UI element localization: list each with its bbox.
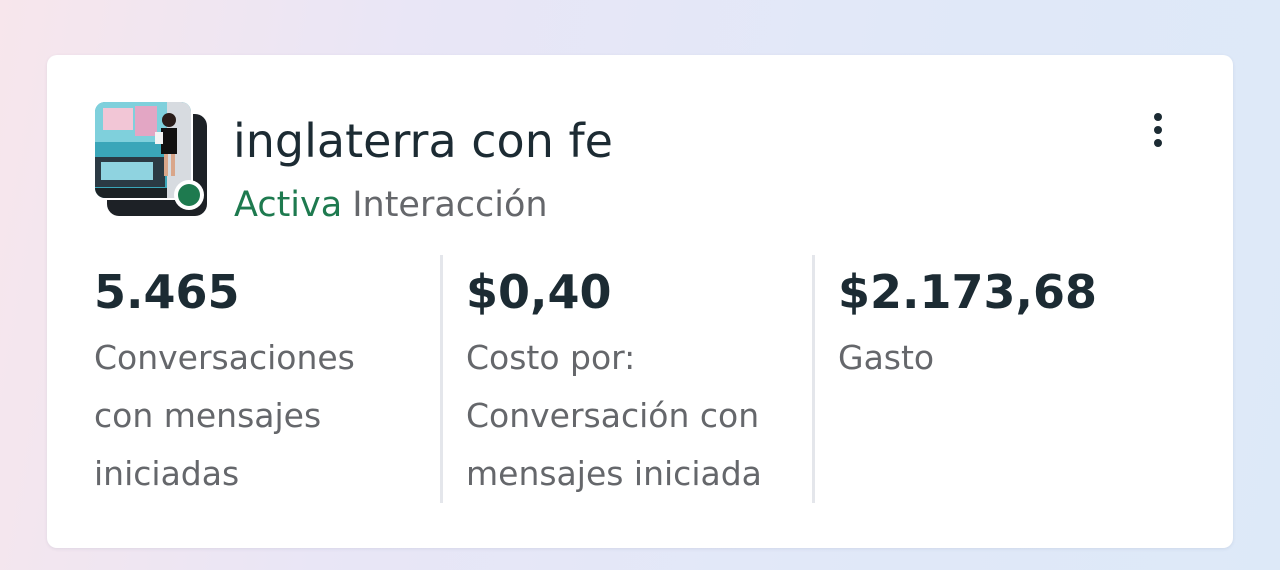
active-status-dot-icon	[178, 184, 200, 206]
metric-spend[interactable]: $2.173,68 Gasto	[838, 255, 1168, 505]
more-vertical-icon	[1154, 113, 1162, 121]
metrics-row: 5.465 Conversaciones con mensajes inicia…	[94, 255, 1224, 505]
metric-divider	[812, 255, 815, 503]
metric-label: Gasto	[838, 338, 935, 377]
metric-divider	[440, 255, 443, 503]
status-indicator	[174, 180, 204, 210]
objective-label: Interacción	[352, 185, 548, 225]
campaign-avatar[interactable]	[93, 100, 211, 218]
metric-label: Conversaciones con mensajes iniciadas	[94, 338, 355, 493]
metric-value: 5.465	[94, 265, 240, 319]
campaign-card[interactable]: inglaterra con fe Activa Interacción 5.46…	[47, 55, 1233, 548]
status-label: Activa	[234, 185, 343, 225]
metric-cost-per[interactable]: $0,40 Costo por: Conversación con mensaj…	[466, 255, 796, 505]
metric-value: $2.173,68	[838, 265, 1097, 319]
metric-value: $0,40	[466, 265, 612, 319]
more-vertical-icon	[1154, 139, 1162, 147]
campaign-title[interactable]: inglaterra con fe	[233, 113, 613, 169]
metric-label: Costo por: Conversación con mensajes ini…	[466, 338, 762, 493]
more-vertical-icon	[1154, 126, 1162, 134]
campaign-subtitle: Activa Interacción	[234, 183, 548, 227]
more-options-button[interactable]	[1139, 105, 1177, 155]
metric-conversations[interactable]: 5.465 Conversaciones con mensajes inicia…	[94, 255, 424, 505]
